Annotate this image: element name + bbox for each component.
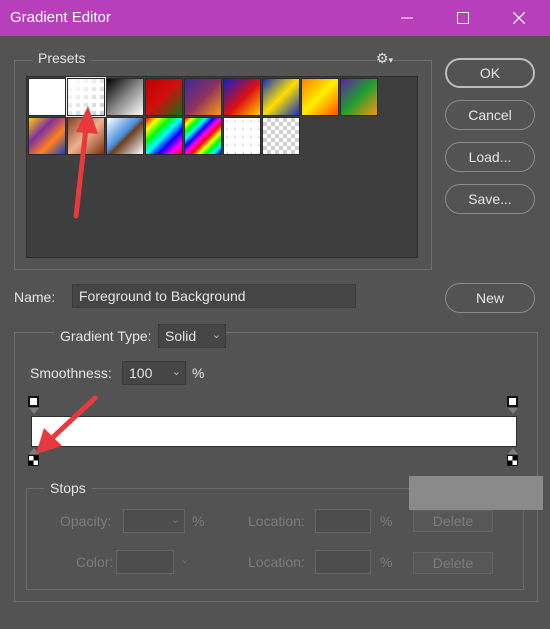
gear-icon[interactable]: ⚙▾ [376,50,393,67]
preset-black-white[interactable] [106,78,144,116]
close-icon[interactable] [496,0,542,36]
color-location-label: Location: [248,554,305,570]
preset-spectrum[interactable] [145,117,183,155]
stops-legend: Stops [44,480,92,496]
opacity-location-unit: % [380,513,393,529]
preset-foreground-to-transparent[interactable] [66,77,106,117]
preset-chrome[interactable] [106,117,144,155]
preset-transparent-stripes[interactable] [223,117,261,155]
preset-violet-green-orange[interactable] [340,78,378,116]
preset-orange-yellow-orange[interactable] [301,78,339,116]
delete-opacity-stop-button[interactable]: Delete [413,510,493,532]
preset-blue-red-yellow[interactable] [223,78,261,116]
color-swatch-field[interactable] [116,550,174,574]
load-button[interactable]: Load... [445,142,535,172]
presets-legend: Presets [32,50,92,66]
preset-foreground-to-background[interactable] [28,78,66,116]
opacity-stop-left[interactable] [28,396,39,407]
smoothness-unit: % [192,365,205,381]
chevron-down-icon: ⌄ [171,366,181,378]
color-location-unit: % [380,554,393,570]
maximize-icon[interactable] [440,0,486,36]
grey-block [409,476,543,510]
new-button[interactable]: New [445,283,535,313]
ok-button[interactable]: OK [445,58,535,88]
color-stop-right[interactable] [507,455,518,466]
window-title: Gradient Editor [10,9,111,26]
smoothness-field[interactable]: 100 ⌄ [122,361,186,385]
preset-yellow-violet-orange-blue[interactable] [28,117,66,155]
opacity-stop-left-pointer [29,408,39,414]
opacity-stop-right[interactable] [507,396,518,407]
chevron-down-icon: ⌄ [211,329,221,341]
opacity-location-label: Location: [248,513,305,529]
color-stop-left[interactable] [28,455,39,466]
gradient-type-select[interactable]: Solid ⌄ [158,324,226,348]
color-location-field[interactable] [315,550,371,574]
delete-color-stop-button[interactable]: Delete [413,552,493,574]
minimize-icon[interactable] [384,0,430,36]
chevron-down-icon: ⌄ [180,554,190,566]
save-button[interactable]: Save... [445,184,535,214]
gradient-bar[interactable] [31,416,517,447]
preset-red-green[interactable] [145,78,183,116]
gradient-type-value: Solid [165,328,197,344]
opacity-location-field[interactable] [315,509,371,533]
smoothness-label: Smoothness: [30,365,112,381]
name-label: Name: [14,289,56,305]
preset-swatch-area [26,76,418,258]
chevron-down-icon: ⌄ [170,514,180,526]
color-stop-right-pointer [508,448,518,454]
opacity-field[interactable]: ⌄ [123,509,185,533]
preset-transparent-rainbow[interactable] [184,117,222,155]
gradient-editor-dialog: Presets ⚙▾ OK Cancel Load... Save... Nam… [0,36,550,629]
opacity-unit: % [192,513,205,529]
preset-blue-yellow-blue[interactable] [262,78,300,116]
opacity-label: Opacity: [60,513,112,529]
opacity-stop-right-pointer [508,408,518,414]
color-label: Color: [76,554,114,570]
preset-violet-orange[interactable] [184,78,222,116]
cancel-button[interactable]: Cancel [445,100,535,130]
smoothness-value: 100 [129,365,153,381]
preset-copper[interactable] [67,117,105,155]
title-bar: Gradient Editor [0,0,550,36]
gradient-type-label: Gradient Type: [54,328,158,344]
color-stop-left-pointer [29,448,39,454]
name-field[interactable] [72,284,356,308]
preset-neutral-density[interactable] [262,117,300,155]
